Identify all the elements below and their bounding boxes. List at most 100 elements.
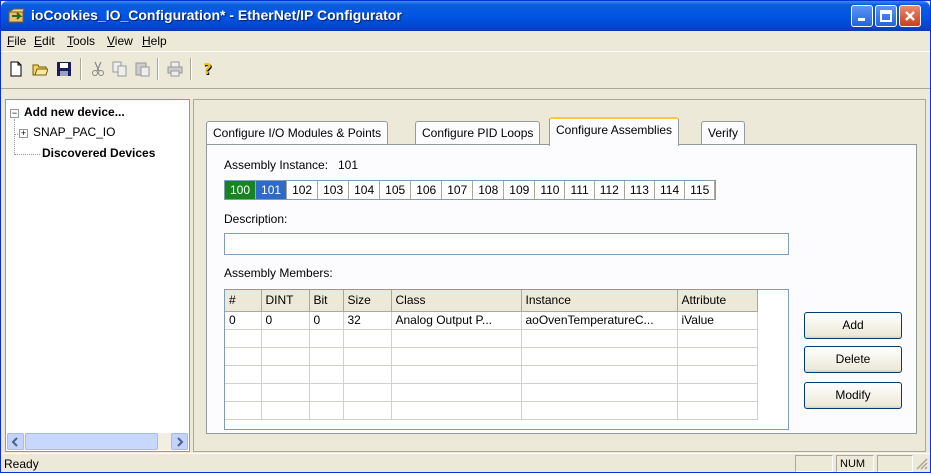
instance-101[interactable]: 101 [256,181,288,199]
table-cell [343,347,392,366]
menu-help-mnemonic: H [142,34,151,48]
instance-109[interactable]: 109 [504,181,536,199]
instance-104[interactable]: 104 [349,181,381,199]
add-button[interactable]: Add [804,312,902,339]
assembly-instance-selector[interactable]: 100 101 102 103 104 105 106 107 108 109 110 111 112 1… [224,180,717,200]
table-cell: aoOvenTemperatureC... [521,311,678,330]
save-button[interactable] [53,58,75,80]
table-cell [261,347,310,366]
menu-edit[interactable]: Edit [34,34,55,48]
print-button[interactable] [164,58,186,80]
table-cell [343,365,392,384]
instance-103[interactable]: 103 [318,181,350,199]
open-button[interactable] [29,58,51,80]
status-panel [877,455,913,472]
column-header[interactable]: Attribute [677,290,758,312]
title-bar[interactable]: ioCookies_IO_Configuration* - EtherNet/I… [1,1,930,31]
tree-item-snap-pac-io[interactable]: SNAP_PAC_IO [33,125,115,139]
instance-100[interactable]: 100 [225,181,257,199]
instance-115[interactable]: 115 [685,181,716,199]
tree-line [14,154,40,155]
table-cell [225,365,262,384]
resize-grip-icon[interactable] [916,458,928,470]
table-row[interactable] [225,365,758,384]
instance-108[interactable]: 108 [473,181,505,199]
copy-button[interactable] [109,58,131,80]
table-cell [521,383,678,402]
assembly-members-table[interactable]: # DINT Bit Size Class Instance Attribute 0 0 0 32… [224,289,789,430]
tree-item-discovered-devices[interactable]: Discovered Devices [42,146,155,160]
copy-icon [112,61,127,77]
instance-105[interactable]: 105 [380,181,412,199]
instance-112[interactable]: 112 [595,181,625,199]
menu-tools-label: ools [73,34,96,48]
table-row[interactable] [225,329,758,348]
table-row[interactable] [225,383,758,402]
table-cell [677,329,758,348]
scroll-left-button[interactable] [7,433,24,450]
menu-help[interactable]: Help [142,34,167,48]
maximize-icon [880,10,892,22]
window-title: ioCookies_IO_Configuration* - EtherNet/I… [31,7,402,23]
table-cell [309,365,344,384]
tab-configure-pid[interactable]: Configure PID Loops [415,121,541,145]
toolbar-separator [190,58,192,80]
column-header[interactable]: Class [391,290,522,312]
table-cell [391,365,522,384]
instance-110[interactable]: 110 [535,181,566,199]
table-cell: 0 [309,311,344,330]
menu-file[interactable]: File [7,34,26,48]
new-file-icon [10,61,22,77]
modify-button[interactable]: Modify [804,382,902,409]
tab-configure-assemblies[interactable]: Configure Assemblies [549,117,680,146]
svg-text:?: ? [203,61,212,77]
collapse-expander[interactable]: − [10,109,19,118]
status-bar: Ready NUM [1,453,930,472]
instance-107[interactable]: 107 [442,181,474,199]
column-header[interactable]: Size [343,290,392,312]
instance-114[interactable]: 114 [655,181,686,199]
table-cell: 32 [343,311,392,330]
tab-verify[interactable]: Verify [701,121,746,145]
status-panel [795,455,833,472]
assembly-members-label: Assembly Members: [224,266,333,280]
minimize-button[interactable] [851,5,873,27]
instance-106[interactable]: 106 [411,181,443,199]
cut-button[interactable] [87,58,109,80]
table-cell [391,347,522,366]
maximize-button[interactable] [875,5,897,27]
column-header[interactable]: Instance [521,290,678,312]
device-tree[interactable]: − Add new device... + SNAP_PAC_IO Discov… [5,99,190,452]
instance-111[interactable]: 111 [565,181,595,199]
menu-tools[interactable]: Tools [67,34,95,48]
tree-item-add-new-device[interactable]: Add new device... [24,105,125,119]
new-button[interactable] [5,58,27,80]
table-cell [521,329,678,348]
column-header[interactable]: # [225,290,262,312]
paste-button[interactable] [131,58,153,80]
tab-configure-io[interactable]: Configure I/O Modules & Points [206,121,389,145]
close-icon [905,11,915,21]
toolbar: ?? [1,51,930,89]
table-row[interactable] [225,347,758,366]
menu-edit-mnemonic: E [34,34,43,48]
scroll-right-button[interactable] [171,433,188,450]
help-button[interactable]: ?? [197,58,219,80]
close-button[interactable] [899,5,921,27]
description-field[interactable] [224,233,789,255]
expand-expander[interactable]: + [19,129,28,138]
menu-view[interactable]: View [107,34,133,48]
table-row[interactable] [225,401,758,420]
delete-button[interactable]: Delete [804,346,902,373]
instance-102[interactable]: 102 [287,181,319,199]
table-cell [391,383,522,402]
column-header[interactable]: Bit [309,290,344,312]
instance-113[interactable]: 113 [625,181,655,199]
scroll-thumb[interactable] [25,433,158,450]
column-header[interactable]: DINT [261,290,310,312]
chevron-right-icon [177,437,184,447]
menu-file-label: ile [14,34,27,48]
table-cell [261,365,310,384]
horizontal-scrollbar[interactable] [7,433,188,450]
table-row[interactable]: 0 0 0 32 Analog Output P... aoOvenTemperature… [225,311,758,330]
